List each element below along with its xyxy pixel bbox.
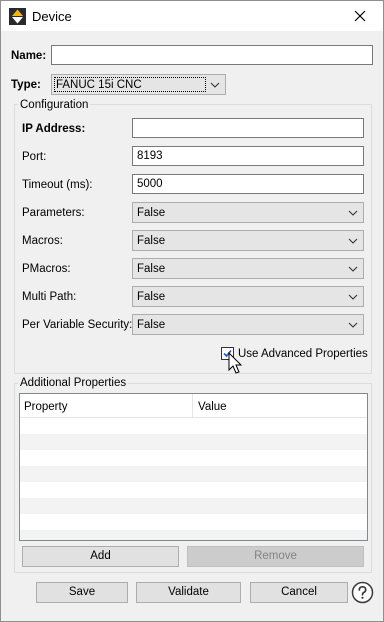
multi-path-label: Multi Path:: [22, 291, 77, 303]
column-header-property[interactable]: Property: [24, 400, 67, 414]
per-variable-security-value: False: [137, 319, 166, 331]
type-label: Type:: [11, 79, 41, 91]
mouse-pointer-icon: [228, 352, 243, 374]
per-variable-security-label: Per Variable Security:: [22, 319, 133, 331]
cancel-button[interactable]: Cancel: [250, 582, 348, 603]
multi-path-value: False: [137, 291, 166, 303]
pmacros-value: False: [137, 263, 166, 275]
close-icon: [354, 10, 366, 22]
table-row: [20, 466, 367, 482]
port-label: Port:: [22, 151, 47, 163]
save-button[interactable]: Save: [36, 582, 128, 603]
parameters-select[interactable]: False: [132, 202, 364, 223]
device-app-icon: [9, 8, 26, 25]
parameters-label: Parameters:: [22, 207, 85, 219]
properties-table[interactable]: Property Value: [19, 393, 368, 541]
type-select-value: FANUC 15i CNC: [56, 79, 142, 91]
window-title: Device: [32, 9, 72, 24]
macros-label: Macros:: [22, 235, 63, 247]
table-row: [20, 530, 367, 540]
additional-properties-title: Additional Properties: [18, 376, 129, 390]
chevron-down-icon: [348, 322, 358, 328]
name-input[interactable]: [51, 45, 373, 65]
remove-button[interactable]: Remove: [187, 546, 364, 567]
configuration-title: Configuration: [18, 98, 91, 112]
type-select[interactable]: FANUC 15i CNC: [51, 74, 226, 95]
table-row: [20, 498, 367, 514]
port-input[interactable]: [132, 146, 364, 166]
validate-button[interactable]: Validate: [136, 582, 241, 603]
ip-address-label: IP Address:: [22, 123, 86, 135]
macros-select[interactable]: False: [132, 230, 364, 251]
column-header-value[interactable]: Value: [198, 400, 227, 414]
device-dialog: Device Name: Type: FANUC 15i CNC Configu…: [0, 0, 384, 622]
chevron-down-icon: [348, 210, 358, 216]
chevron-down-icon: [210, 82, 220, 88]
multi-path-select[interactable]: False: [132, 286, 364, 307]
column-divider[interactable]: [192, 394, 193, 418]
timeout-input[interactable]: [132, 174, 364, 194]
pmacros-label: PMacros:: [22, 263, 71, 275]
table-row: [20, 434, 367, 450]
title-bar: Device: [1, 1, 383, 31]
chevron-down-icon: [348, 294, 358, 300]
close-button[interactable]: [337, 1, 383, 31]
chevron-down-icon: [348, 266, 358, 272]
table-header: Property Value: [20, 394, 367, 418]
add-button[interactable]: Add: [22, 546, 179, 567]
parameters-value: False: [137, 207, 166, 219]
per-variable-security-select[interactable]: False: [132, 314, 364, 335]
chevron-down-icon: [348, 238, 358, 244]
use-advanced-properties-label[interactable]: Use Advanced Properties: [238, 347, 368, 361]
name-label: Name:: [11, 50, 47, 62]
help-icon[interactable]: [351, 581, 374, 604]
macros-value: False: [137, 235, 166, 247]
ip-address-input[interactable]: [132, 118, 364, 138]
timeout-label: Timeout (ms):: [22, 179, 93, 191]
pmacros-select[interactable]: False: [132, 258, 364, 279]
